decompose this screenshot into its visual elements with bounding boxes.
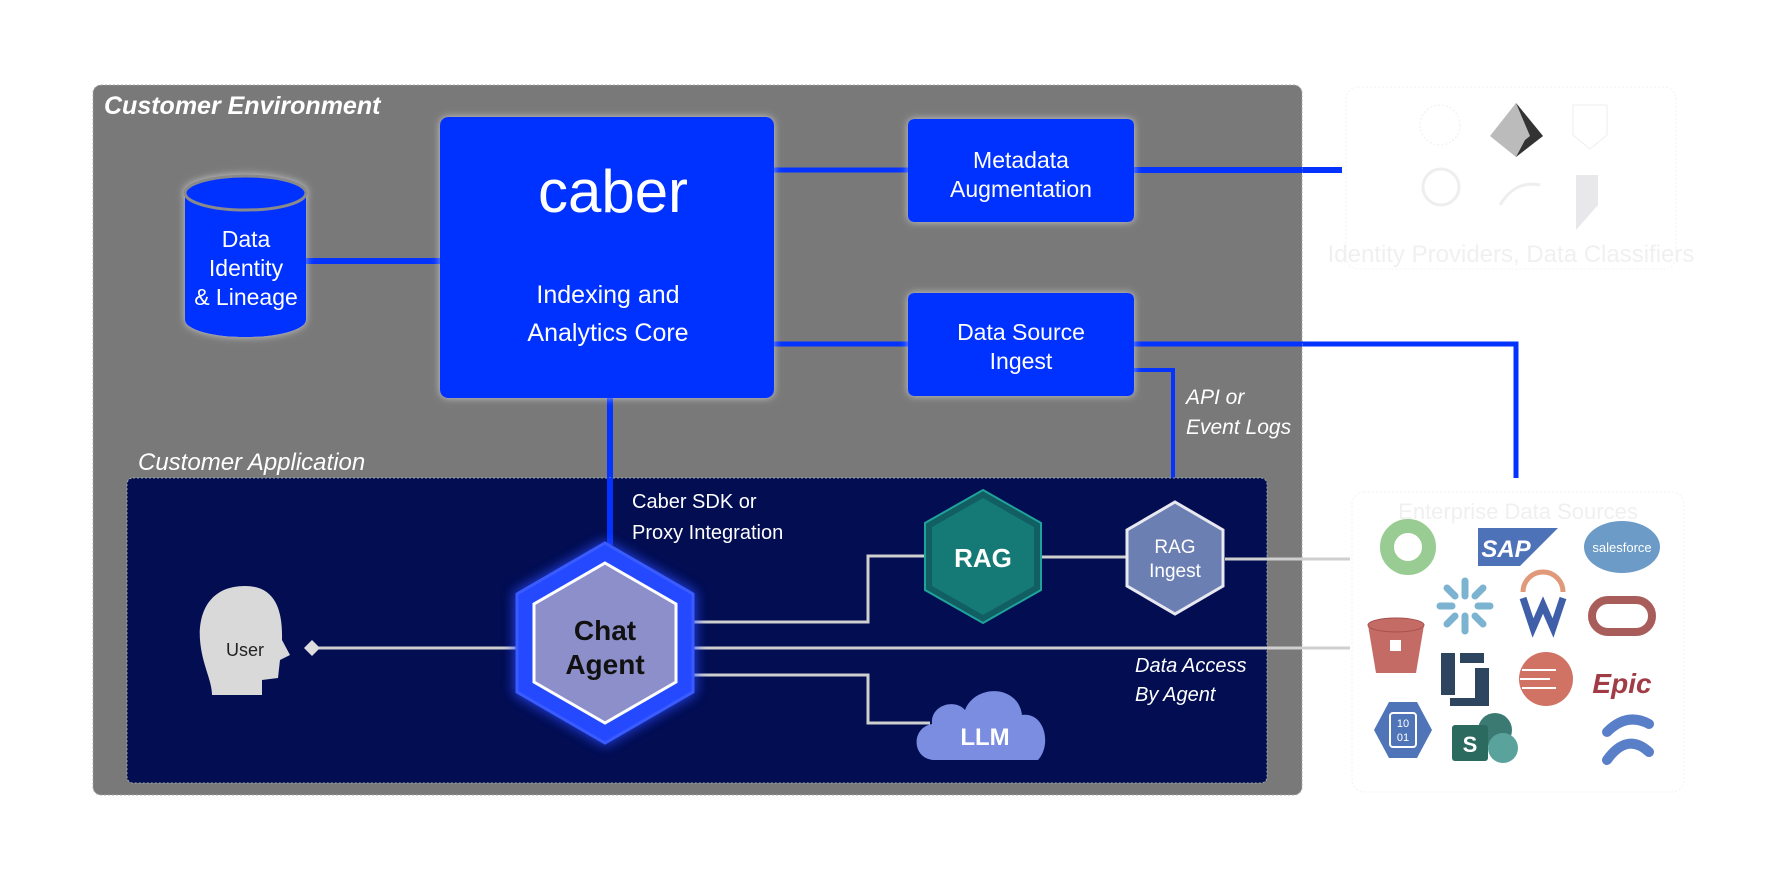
sdk-label-2: Proxy Integration <box>632 522 783 544</box>
enterprise-sources-label: Enterprise Data Sources <box>1398 499 1638 524</box>
caber-logo: caber <box>538 158 688 225</box>
svg-text:SAP: SAP <box>1481 536 1531 563</box>
metadata-label-1: Metadata <box>973 147 1069 173</box>
owl-logo-icon <box>1576 175 1598 230</box>
user-label: User <box>226 640 264 660</box>
workday-logo-icon <box>1520 569 1566 593</box>
api-label-2: Event Logs <box>1186 416 1292 439</box>
chat-agent-label-2: Agent <box>565 649 644 680</box>
store-label-1: Data <box>222 226 271 252</box>
epic-logo: Epic <box>1592 668 1652 699</box>
ingest-label-1: Data Source <box>957 319 1085 345</box>
llm-label: LLM <box>960 724 1009 751</box>
architecture-diagram: Identity Providers, Data Classifiers Ent… <box>92 84 1695 796</box>
snowflake-logo-icon <box>1436 577 1494 635</box>
data-access-label-2: By Agent <box>1135 684 1217 706</box>
green-ring-logo-icon <box>1380 519 1436 575</box>
sdk-label-1: Caber SDK or <box>632 491 757 513</box>
svg-text:salesforce: salesforce <box>1592 540 1651 555</box>
api-label-1: API or <box>1184 386 1245 409</box>
svg-text:10: 10 <box>1397 718 1409 730</box>
oracle-logo-icon <box>1588 596 1656 636</box>
shield-logo-icon <box>1572 104 1608 150</box>
ingest-label-2: Ingest <box>990 348 1053 374</box>
netsuite-logo-icon <box>1441 653 1489 706</box>
confluence-logo-icon <box>1602 714 1654 765</box>
svg-text:S: S <box>1463 732 1478 757</box>
signature-logo-icon <box>1498 182 1541 206</box>
rag-ingest-label-2: Ingest <box>1149 561 1201 582</box>
rag-ingest-label-1: RAG <box>1154 537 1195 558</box>
enterprise-logos: SAP salesforce Epic 10 01 S <box>1367 519 1660 765</box>
identity-providers-label: Identity Providers, Data Classifiers <box>1328 241 1695 268</box>
svg-text:01: 01 <box>1397 732 1409 744</box>
identity-logos <box>1419 103 1608 230</box>
store-label-2: Identity <box>209 255 284 281</box>
data-access-label-1: Data Access <box>1135 655 1247 677</box>
core-label-2: Analytics Core <box>527 319 688 347</box>
chat-agent-label-1: Chat <box>574 615 636 646</box>
store-label-3: & Lineage <box>194 284 298 310</box>
customer-application-title: Customer Application <box>138 449 365 476</box>
fingerprint-icon <box>1421 167 1461 207</box>
data-file-logo-icon <box>1374 702 1432 758</box>
customer-environment-title: Customer Environment <box>104 92 382 120</box>
okta-logo-icon <box>1419 104 1461 146</box>
rag-label: RAG <box>954 543 1012 573</box>
core-label-1: Indexing and <box>536 281 679 309</box>
metadata-label-2: Augmentation <box>950 176 1092 202</box>
